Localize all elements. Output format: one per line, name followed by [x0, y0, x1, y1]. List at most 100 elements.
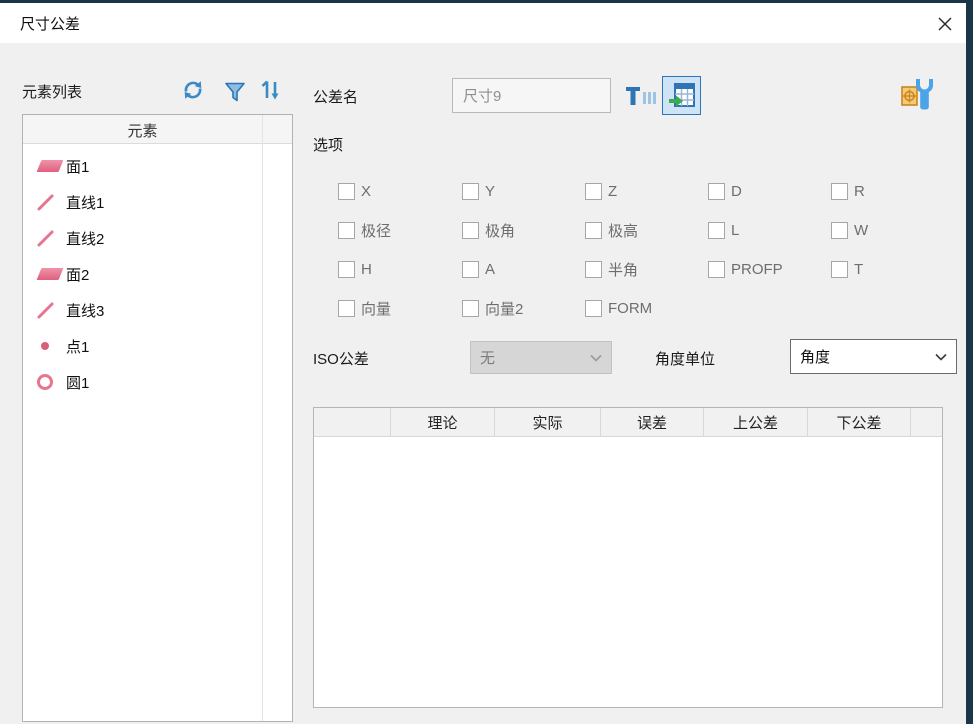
- checkbox-t[interactable]: T: [831, 257, 938, 281]
- element-column-header: 元素: [23, 120, 262, 141]
- list-item-plane1[interactable]: 面1: [23, 148, 261, 184]
- checkbox-polar-radius[interactable]: 极径: [338, 218, 462, 242]
- checkbox-label: 半角: [608, 259, 638, 280]
- col-lower-tol: 下公差: [808, 408, 911, 436]
- list-item-circle1[interactable]: 圆1: [23, 364, 261, 400]
- checkbox-polar-height[interactable]: 极高: [585, 218, 708, 242]
- checkbox-label: 极角: [485, 220, 515, 241]
- checkbox-x[interactable]: X: [338, 179, 462, 203]
- checkbox-label: 向量2: [485, 298, 523, 319]
- list-item-label: 直线2: [66, 228, 104, 249]
- checkbox-label: 向量: [361, 298, 391, 319]
- col-extra: [911, 408, 942, 436]
- iso-tolerance-select: 无: [470, 341, 612, 374]
- angle-unit-value: 角度: [800, 346, 830, 367]
- export-to-table-button[interactable]: [662, 76, 701, 115]
- list-item-point1[interactable]: 点1: [23, 328, 261, 364]
- checkbox-form-input[interactable]: [585, 300, 602, 317]
- list-item-label: 直线1: [66, 192, 104, 213]
- col-error: 误差: [601, 408, 704, 436]
- list-item-label: 圆1: [66, 372, 89, 393]
- checkbox-label: L: [731, 222, 739, 239]
- checkbox-profp-input[interactable]: [708, 261, 725, 278]
- checkbox-form[interactable]: FORM: [585, 296, 708, 320]
- checkbox-polar-height-input[interactable]: [585, 222, 602, 239]
- filter-button[interactable]: [222, 79, 248, 105]
- dimension-tolerance-dialog: 尺寸公差 元素列表 元素: [0, 0, 973, 724]
- list-item-line3[interactable]: 直线3: [23, 292, 261, 328]
- checkbox-d-input[interactable]: [708, 183, 725, 200]
- checkbox-profp[interactable]: PROFP: [708, 257, 831, 281]
- col-row-label: [314, 408, 391, 436]
- column-divider: [262, 115, 263, 721]
- list-item-line2[interactable]: 直线2: [23, 220, 261, 256]
- sort-arrows-icon: [258, 78, 284, 102]
- element-list-title: 元素列表: [22, 81, 82, 102]
- list-item-label: 面1: [66, 156, 89, 177]
- checkbox-polar-radius-input[interactable]: [338, 222, 355, 239]
- refresh-button[interactable]: [180, 77, 206, 103]
- checkbox-label: A: [485, 261, 495, 278]
- checkbox-h-input[interactable]: [338, 261, 355, 278]
- checkbox-y[interactable]: Y: [462, 179, 585, 203]
- checkbox-w[interactable]: W: [831, 218, 938, 242]
- checkbox-t-input[interactable]: [831, 261, 848, 278]
- checkbox-label: D: [731, 183, 742, 200]
- close-icon: [937, 16, 953, 32]
- options-grid: X Y Z D R 极径 极角 极高 L W H A 半角 PROFP T 向量…: [338, 179, 938, 320]
- checkbox-r[interactable]: R: [831, 179, 938, 203]
- results-table-body: [314, 437, 942, 707]
- line-icon: [36, 228, 66, 248]
- checkbox-label: FORM: [608, 300, 652, 317]
- checkbox-h[interactable]: H: [338, 257, 462, 281]
- checkbox-label: W: [854, 222, 868, 239]
- checkbox-a-input[interactable]: [462, 261, 479, 278]
- checkbox-half-angle-input[interactable]: [585, 261, 602, 278]
- checkbox-x-input[interactable]: [338, 183, 355, 200]
- checkbox-half-angle[interactable]: 半角: [585, 257, 708, 281]
- tolerance-name-label: 公差名: [313, 86, 358, 107]
- checkbox-label: 极径: [361, 220, 391, 241]
- checkbox-y-input[interactable]: [462, 183, 479, 200]
- checkbox-l[interactable]: L: [708, 218, 831, 242]
- checkbox-label: X: [361, 183, 371, 200]
- sort-button[interactable]: [258, 77, 284, 103]
- export-to-table-icon: [667, 81, 697, 111]
- list-item-line1[interactable]: 直线1: [23, 184, 261, 220]
- checkbox-vector2[interactable]: 向量2: [462, 296, 585, 320]
- tolerance-settings-button[interactable]: [897, 75, 937, 113]
- results-table[interactable]: 理论 实际 误差 上公差 下公差: [313, 407, 943, 708]
- text-label-button[interactable]: [624, 83, 658, 108]
- checkbox-polar-angle-input[interactable]: [462, 222, 479, 239]
- checkbox-label: R: [854, 183, 865, 200]
- col-upper-tol: 上公差: [704, 408, 808, 436]
- checkbox-r-input[interactable]: [831, 183, 848, 200]
- checkbox-polar-angle[interactable]: 极角: [462, 218, 585, 242]
- checkbox-vector-input[interactable]: [338, 300, 355, 317]
- tolerance-name-input[interactable]: [452, 78, 611, 113]
- list-item-label: 直线3: [66, 300, 104, 321]
- line-icon: [36, 300, 66, 320]
- wrench-settings-icon: [898, 76, 936, 112]
- checkbox-label: Y: [485, 183, 495, 200]
- checkbox-z[interactable]: Z: [585, 179, 708, 203]
- checkbox-d[interactable]: D: [708, 179, 831, 203]
- checkbox-z-input[interactable]: [585, 183, 602, 200]
- options-title: 选项: [313, 134, 343, 155]
- dialog-title: 尺寸公差: [20, 13, 80, 34]
- checkbox-w-input[interactable]: [831, 222, 848, 239]
- circle-icon: [36, 374, 66, 390]
- angle-unit-select[interactable]: 角度: [790, 339, 957, 374]
- plane-icon: [36, 268, 66, 280]
- checkbox-vector[interactable]: 向量: [338, 296, 462, 320]
- refresh-icon: [181, 78, 205, 102]
- col-actual: 实际: [495, 408, 601, 436]
- checkbox-a[interactable]: A: [462, 257, 585, 281]
- checkbox-l-input[interactable]: [708, 222, 725, 239]
- checkbox-label: T: [854, 261, 863, 278]
- element-list[interactable]: 元素 面1 直线1 直线2 面2: [22, 114, 293, 722]
- close-button[interactable]: [933, 12, 957, 36]
- checkbox-vector2-input[interactable]: [462, 300, 479, 317]
- line-icon: [36, 192, 66, 212]
- list-item-plane2[interactable]: 面2: [23, 256, 261, 292]
